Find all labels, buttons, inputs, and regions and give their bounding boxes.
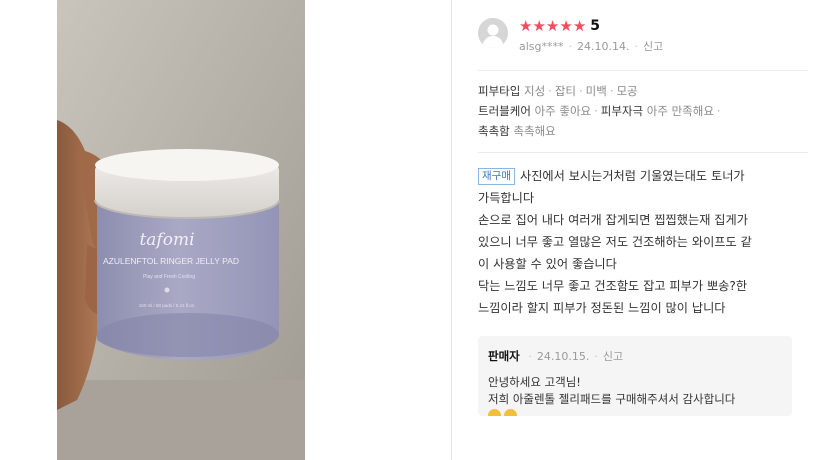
attribute-row-skin-type: 피부타입 지성 · 잡티 · 미백 · 모공 — [478, 84, 638, 98]
emoji-row — [488, 408, 788, 416]
attribute-label: 피부자극 — [600, 104, 644, 118]
star-icon: ★ — [532, 17, 546, 35]
smile-emoji-icon — [504, 409, 517, 416]
report-link[interactable]: 신고 — [643, 40, 663, 53]
star-icon: ★ — [572, 17, 587, 35]
divider — [478, 152, 808, 153]
review-date: 24.10.14. — [577, 40, 630, 53]
seller-reply: 판매자 · 24.10.15. · 신고 안녕하세요 고객님! 저희 아줄렌톨 젤리패… — [478, 336, 792, 416]
user-icon — [478, 18, 508, 48]
star-rating: ★ ★ ★ ★ ★ 5 — [519, 17, 600, 35]
review-body: 재구매 사진에서 보시는거처럼 기울였는대도 토너가 가득합니다 손으로 집어 내… — [478, 165, 808, 319]
review-line: 이 사용할 수 있어 좋습니다 — [478, 257, 617, 271]
review-photo[interactable]: tafomi AZULENFTOL RINGER JELLY PAD Play … — [57, 0, 305, 460]
seller-report-link[interactable]: 신고 — [603, 350, 623, 363]
seller-reply-line: 저희 아줄렌톨 젤리패드를 구매해주셔서 감사합니다 — [488, 392, 736, 406]
repurchase-badge: 재구매 — [478, 168, 515, 185]
review-photo-image: tafomi AZULENFTOL RINGER JELLY PAD Play … — [57, 0, 305, 460]
attribute-value: 미백 — [585, 84, 607, 98]
attribute-value: 잡티 — [554, 84, 576, 98]
seller-reply-date: 24.10.15. — [536, 350, 590, 363]
star-icon: ★ — [519, 17, 533, 35]
attribute-value: 아주 좋아요 — [534, 104, 592, 118]
divider — [478, 70, 808, 71]
username: alsg**** — [519, 40, 564, 53]
attribute-label: 피부타입 — [478, 84, 521, 98]
seller-reply-line: 안녕하세요 고객님! — [488, 375, 581, 389]
photo-product-text: AZULENFTOL RINGER JELLY PAD — [103, 256, 239, 266]
photo-tagline-text: Play and Fresh Cooling — [143, 274, 195, 280]
attribute-value: 모공 — [616, 84, 638, 98]
seller-reply-body: 안녕하세요 고객님! 저희 아줄렌톨 젤리패드를 구매해주셔서 감사합니다 — [488, 374, 788, 416]
review-meta: alsg**** · 24.10.14. · 신고 — [519, 40, 664, 53]
review-line: 느낌이라 할지 피부가 정돈된 느낌이 많이 납니다 — [478, 301, 726, 315]
review-line: 가득합니다 — [478, 191, 535, 205]
photo-volume-text: 160 ml / 80 pads / 5.41 fl.oz. — [139, 303, 196, 308]
attribute-label: 촉촉함 — [478, 124, 510, 138]
review-line: 사진에서 보시는거처럼 기울였는대도 토너가 — [519, 169, 745, 183]
review-line: 손으로 집어 내다 여러개 잡게되면 찝찝했는재 집게가 — [478, 213, 748, 227]
attribute-value: 촉촉해요 — [513, 124, 556, 138]
attribute-value: 지성 — [523, 84, 546, 98]
review-header: ★ ★ ★ ★ ★ 5 alsg**** · 24.10.14. · 신고 — [478, 16, 798, 60]
review-panel: ★ ★ ★ ★ ★ 5 alsg**** · 24.10.14. · 신고 피부타입 지… — [452, 0, 814, 460]
photo-column: tafomi AZULENFTOL RINGER JELLY PAD Play … — [0, 0, 452, 460]
attribute-row-trouble-care: 트러블케어 아주 좋아요 · 피부자극 아주 만족해요 · — [478, 104, 721, 118]
seller-reply-header: 판매자 · 24.10.15. · 신고 — [488, 349, 624, 363]
review-attributes: 피부타입 지성 · 잡티 · 미백 · 모공 트러블케어 아주 좋아요 · 피부자극 아주 만족… — [478, 81, 808, 141]
photo-brand-text: tafomi — [139, 230, 194, 250]
attribute-value: 아주 만족해요 — [646, 104, 714, 118]
rating-score: 5 — [590, 18, 601, 34]
attribute-label: 트러블케어 — [478, 104, 531, 118]
seller-name: 판매자 — [488, 349, 520, 363]
review-line: 있으니 너무 좋고 열많은 저도 건조해하는 와이프도 같 — [478, 235, 752, 249]
star-icon: ★ — [545, 17, 560, 35]
attribute-row-moisture: 촉촉함 촉촉해요 — [478, 121, 808, 141]
smile-emoji-icon — [488, 409, 501, 416]
star-icon: ★ — [559, 17, 573, 35]
review-line: 닥는 느낌도 너무 좋고 건조함도 잡고 피부가 뽀송?한 — [478, 279, 748, 293]
avatar — [478, 18, 508, 48]
